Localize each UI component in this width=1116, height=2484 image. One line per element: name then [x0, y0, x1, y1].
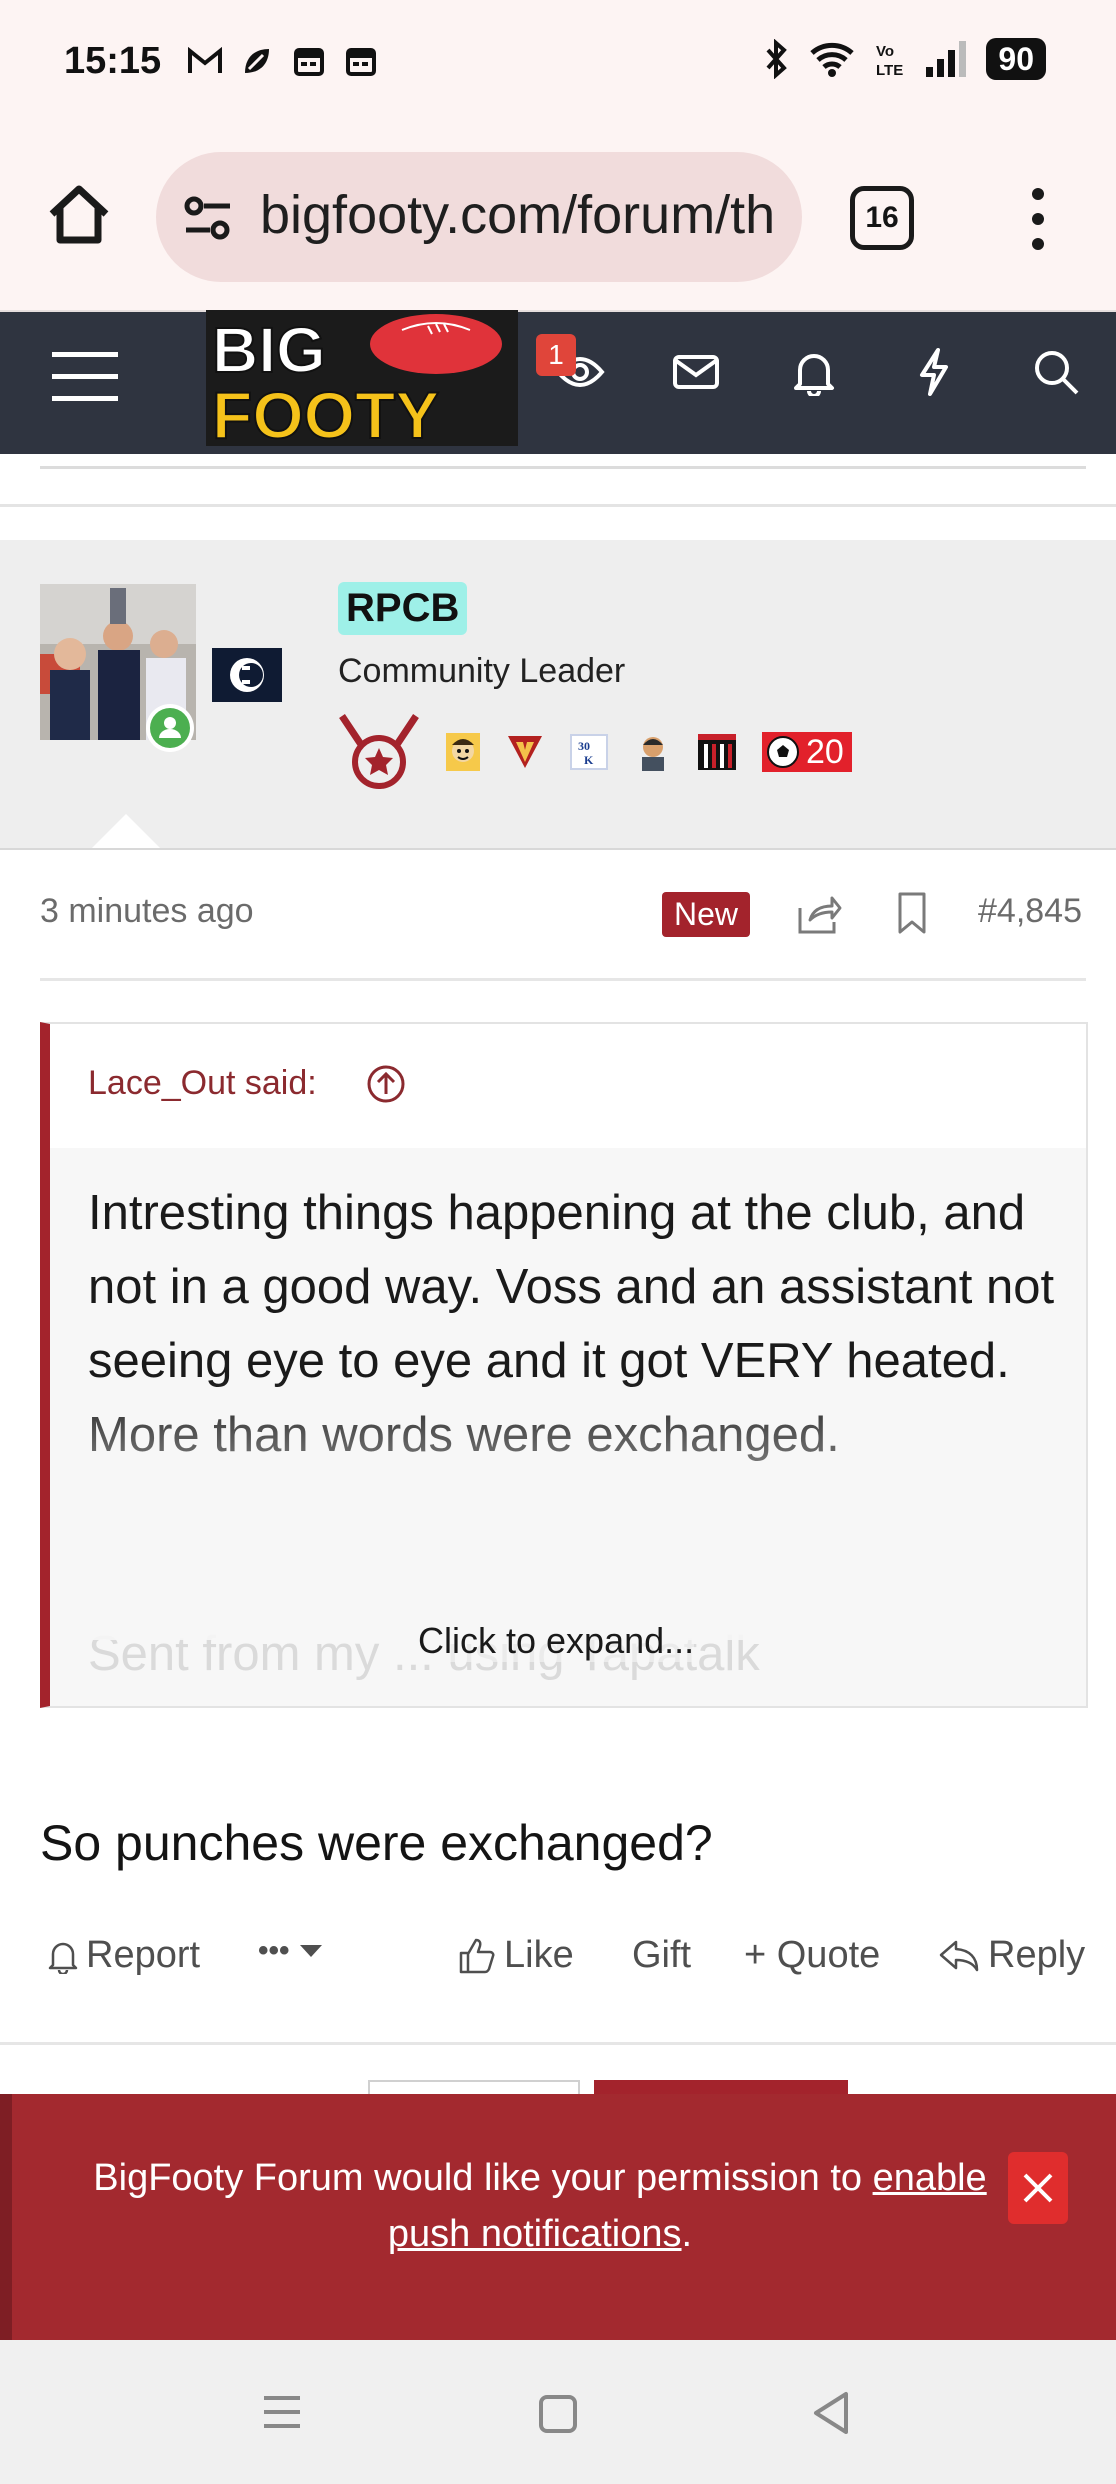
home-nav-button[interactable]: [538, 2394, 578, 2439]
bluetooth-icon: [766, 39, 788, 79]
more-options-button[interactable]: •••: [258, 1934, 324, 1968]
trophy-count: 20: [806, 732, 844, 771]
username[interactable]: RPCB: [338, 582, 468, 635]
close-banner-button[interactable]: [1008, 2152, 1068, 2224]
soccer-ball-icon: [767, 736, 799, 768]
gift-label: Gift: [632, 1934, 692, 1976]
post-timestamp[interactable]: 3 minutes ago: [40, 892, 254, 931]
search-icon: [1035, 351, 1079, 395]
vault-boy-icon[interactable]: [446, 733, 480, 771]
back-triangle-icon: [814, 2392, 848, 2434]
quote-label: + Quote: [744, 1934, 881, 1976]
divider: [0, 504, 1116, 507]
more-vertical-icon: [1032, 188, 1044, 250]
bell-icon: [794, 354, 834, 396]
watched-count-badge: 1: [536, 334, 576, 376]
user-title: Community Leader: [338, 652, 626, 690]
reply-button[interactable]: Reply: [938, 1934, 1085, 1977]
svg-text:Vo: Vo: [876, 43, 894, 60]
post-body: So punches were exchanged?: [40, 1815, 713, 1871]
divider: [40, 978, 1086, 981]
browser-menu-button[interactable]: [1020, 186, 1056, 252]
volte-icon: Vo LTE: [876, 43, 903, 79]
report-button[interactable]: Report: [48, 1934, 200, 1977]
menu-button[interactable]: [50, 346, 120, 406]
hamburger-icon: [52, 352, 118, 401]
back-button[interactable]: [810, 2390, 852, 2441]
svg-text:30: 30: [578, 739, 590, 753]
lightning-icon: [920, 348, 948, 396]
reply-icon: [939, 1940, 979, 1971]
signal-icon: [926, 41, 967, 77]
push-notification-text: BigFooty Forum would like your permissio…: [60, 2150, 1020, 2262]
expand-quote-link[interactable]: Click to expand...: [418, 1620, 695, 1662]
reply-label: Reply: [988, 1934, 1086, 1976]
close-icon: [1023, 2173, 1053, 2203]
gift-button[interactable]: Gift: [632, 1934, 691, 1977]
alerts-button[interactable]: [784, 342, 844, 402]
divider: [0, 2042, 1116, 2045]
like-button[interactable]: Like: [458, 1934, 574, 1977]
v-badge-icon[interactable]: [506, 734, 544, 770]
caret-down-icon: [299, 1945, 322, 1957]
status-system-icons: Vo LTE 90: [764, 38, 1046, 80]
logo-text-footy: FOOTY: [212, 378, 439, 446]
quote-fade: [50, 1380, 1086, 1640]
battery-indicator: 90: [986, 38, 1046, 80]
30k-badge-icon[interactable]: 30K: [570, 734, 608, 770]
thumbs-up-icon: [459, 1938, 495, 1973]
player-badge-icon[interactable]: [634, 733, 672, 771]
trophy-row: 30 K 20: [338, 714, 852, 790]
search-button[interactable]: [1026, 342, 1086, 402]
new-badge: New: [662, 892, 751, 937]
svg-text:LTE: LTE: [876, 62, 903, 79]
user-pointer: [92, 814, 160, 848]
previous-post-edge: [40, 456, 1086, 469]
calendar-icon: [290, 44, 328, 78]
post-number[interactable]: #4,845: [978, 892, 1082, 931]
home-button[interactable]: [44, 180, 114, 250]
tab-switcher-button[interactable]: 16: [850, 186, 914, 250]
trophy-count-badge[interactable]: 20: [762, 732, 852, 772]
quote-button[interactable]: + Quote: [744, 1934, 880, 1977]
inbox-button[interactable]: [666, 342, 726, 402]
stripes-badge-icon[interactable]: [698, 734, 736, 770]
logo-text-big: BIG: [212, 314, 326, 386]
whats-new-button[interactable]: [904, 342, 964, 402]
like-label: Like: [504, 1934, 574, 1976]
status-time: 15:15: [64, 40, 162, 82]
carlton-club-icon: [212, 648, 282, 702]
menu-lines-icon: [264, 2396, 300, 2428]
url-text[interactable]: bigfooty.com/forum/th: [260, 184, 780, 246]
jump-to-quote-icon[interactable]: [366, 1064, 406, 1104]
calendar-icon: [342, 44, 380, 78]
push-text-suffix: .: [681, 2213, 693, 2255]
bookmark-icon[interactable]: [892, 890, 932, 936]
mail-icon: [673, 355, 719, 389]
online-status-indicator: [146, 704, 194, 752]
medal-icon[interactable]: [338, 714, 420, 790]
more-label: •••: [258, 1934, 290, 1967]
quote-author[interactable]: Lace_Out said:: [88, 1064, 317, 1103]
leaf-icon: [238, 44, 276, 78]
home-icon: [49, 185, 109, 244]
bell-icon: [48, 1942, 78, 1974]
report-label: Report: [86, 1934, 201, 1976]
gmail-icon: [186, 44, 224, 78]
share-icon[interactable]: [796, 890, 842, 936]
site-settings-icon[interactable]: [180, 190, 236, 246]
recent-apps-button[interactable]: [262, 2392, 302, 2437]
svg-text:K: K: [584, 753, 594, 767]
push-text-prefix: BigFooty Forum would like your permissio…: [93, 2157, 873, 2199]
wifi-icon: [810, 42, 855, 77]
bigfooty-logo[interactable]: BIG FOOTY: [206, 310, 518, 453]
square-icon: [539, 2395, 577, 2433]
status-notification-icons: [186, 44, 380, 78]
